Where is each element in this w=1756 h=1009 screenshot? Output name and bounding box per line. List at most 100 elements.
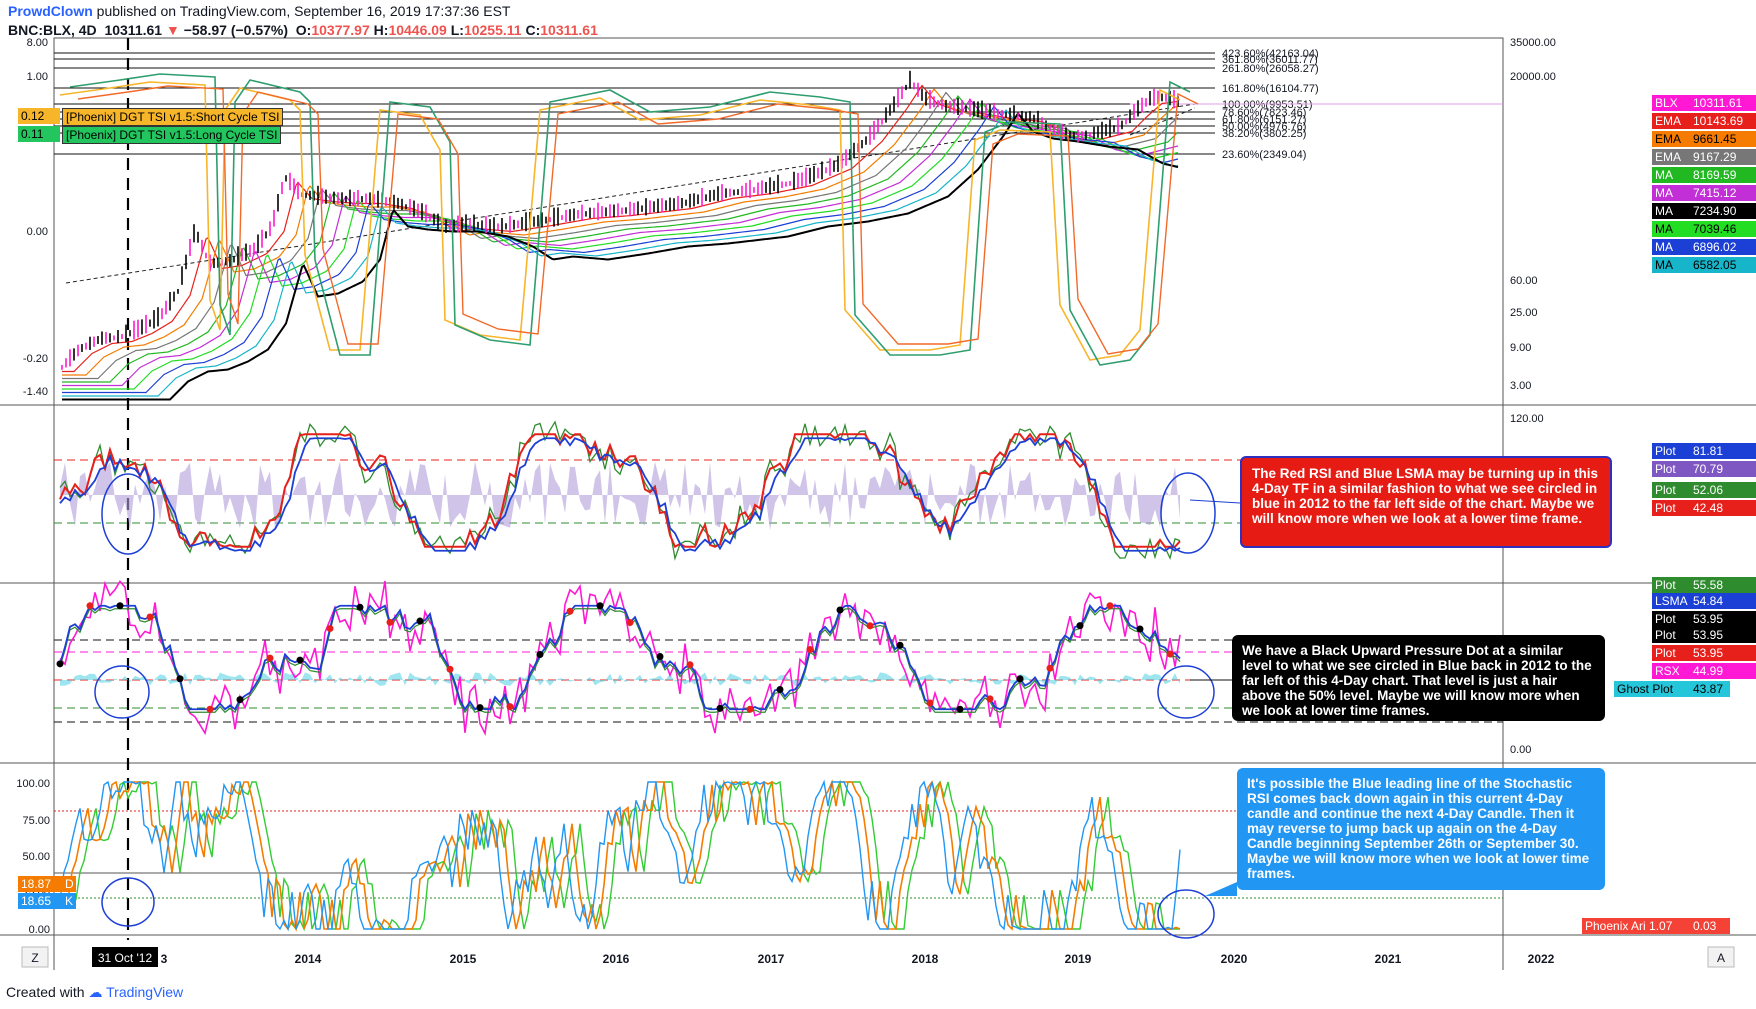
open-value: 10377.97: [311, 22, 370, 38]
pressure-dot: [506, 703, 514, 711]
price-series-label-value: 7234.90: [1690, 203, 1756, 219]
stoch-green-line: [60, 779, 1180, 932]
tsi-legend-name[interactable]: [Phoenix] DGT TSI v1.5:Short Cycle TSI: [62, 108, 284, 126]
pressure-dot: [836, 606, 844, 614]
highlight-circle-2019: [1157, 889, 1215, 939]
rsi-series-label-name: Plot: [1652, 443, 1690, 459]
right-price-tick: 9.00: [1510, 342, 1531, 354]
rsi-series-label-value: 42.48: [1690, 500, 1756, 516]
pressure-dot: [476, 704, 484, 712]
stoch-ari-name: Phoenix Ari 1.07: [1582, 918, 1690, 934]
price-series-label-value: 7415.12: [1690, 185, 1756, 201]
highlight-circle-2012: [94, 665, 150, 719]
price-series-label-name: MA: [1652, 257, 1690, 273]
pressure-green-line: [59, 607, 1181, 714]
footer-brand[interactable]: TradingView: [106, 984, 183, 1000]
auto-scale-label: A: [1717, 951, 1725, 965]
time-tick: 2019: [1065, 952, 1092, 966]
author-name[interactable]: ProwdClown: [8, 3, 93, 19]
pressure-series-label-value: 44.99: [1690, 663, 1756, 679]
rsi-tick: 120.00: [1510, 413, 1544, 425]
low-value: 10255.11: [463, 22, 522, 38]
pressure-dot: [326, 625, 334, 633]
last-price: 10311.61: [104, 22, 163, 38]
price-series-label-name: BLX: [1652, 95, 1690, 111]
high-value: 10446.09: [388, 22, 447, 38]
price-series-label-value: 10311.61: [1690, 95, 1756, 111]
open-label: O:: [295, 22, 312, 38]
rsi-series-label-value: 81.81: [1690, 443, 1756, 459]
time-tick: 2018: [912, 952, 939, 966]
rsi-series-label-name: Plot: [1652, 482, 1690, 498]
zoom-z-label: Z: [31, 951, 38, 965]
pressure-dot: [686, 661, 694, 669]
pressure-dot: [446, 665, 454, 673]
price-series-label-name: MA: [1652, 203, 1690, 219]
pressure-dot: [596, 602, 604, 610]
stoch-d-name: D: [62, 876, 76, 892]
symbol-title[interactable]: BNC:BLX, 4D: [8, 22, 97, 38]
price-change: −58.97 (−0.57%): [183, 22, 289, 38]
pressure-dot: [1016, 675, 1024, 683]
annotation-pointer: [1189, 499, 1241, 504]
stoch-left-tick: 50.00: [22, 851, 50, 863]
pressure-dot: [806, 646, 814, 654]
rsi-series-label-value: 70.79: [1690, 461, 1756, 477]
right-price-tick: 25.00: [1510, 307, 1538, 319]
fib-label: 38.20%(3802.25): [1222, 128, 1306, 140]
pressure-series-label-name: Ghost Plot: [1614, 681, 1690, 697]
pressure-dot: [1046, 664, 1054, 672]
pressure-series-label-name: Plot: [1652, 645, 1690, 661]
pressure-dot: [266, 654, 274, 662]
pressure-dot: [656, 653, 664, 661]
pressure-series-label-value: 43.87: [1690, 681, 1730, 697]
time-axis[interactable]: 3 2014 2015 2016 2017 2018 2019 2020 2021 2022 31 …: [21, 946, 1735, 968]
pressure-dot: [116, 602, 124, 610]
rsi-histogram: [60, 461, 1180, 530]
time-tick: 2017: [758, 952, 785, 966]
tradingview-logo-icon: ☁: [88, 984, 103, 1000]
pressure-series-label-name: RSX: [1652, 663, 1690, 679]
right-price-tick: 3.00: [1510, 380, 1531, 392]
stoch-ari-value: 0.03: [1690, 918, 1730, 934]
right-price-tick: 20000.00: [1510, 71, 1556, 83]
pressure-dot: [746, 705, 754, 713]
tsi-legend-name[interactable]: [Phoenix] DGT TSI v1.5:Long Cycle TSI: [62, 126, 282, 144]
left-price-tick: 1.00: [27, 71, 48, 83]
pressure-dot: [1106, 602, 1114, 610]
tsi-legend-value: 0.12: [18, 108, 60, 124]
low-label: L:: [450, 22, 464, 38]
pressure-dot: [1136, 625, 1144, 633]
time-tick: 3: [161, 952, 168, 966]
pressure-dot: [206, 705, 214, 713]
pressure-dot: [56, 660, 64, 668]
pressure-dot: [1166, 650, 1174, 658]
pressure-annotation: We have a Black Upward Pressure Dot at a…: [1232, 635, 1605, 721]
price-series-label-value: 10143.69: [1690, 113, 1756, 129]
price-series-label-name: MA: [1652, 185, 1690, 201]
publish-header: ProwdClown published on TradingView.com,…: [8, 2, 510, 21]
time-tick: 2016: [603, 952, 630, 966]
pressure-dot: [146, 613, 154, 621]
pressure-series-label-name: Plot: [1652, 627, 1690, 643]
pressure-lsma-line: [59, 604, 1181, 711]
pressure-dot: [86, 602, 94, 610]
moving-average-line: [62, 108, 1179, 397]
price-series-label-name: MA: [1652, 221, 1690, 237]
pressure-dot: [386, 618, 394, 626]
time-tick: 2015: [450, 952, 477, 966]
time-cursor-label: 31 Oct '12: [98, 951, 153, 965]
price-series-label-value: 9167.29: [1690, 149, 1756, 165]
stoch-left-tick: 75.00: [22, 815, 50, 827]
publish-info: published on TradingView.com, September …: [96, 3, 511, 19]
price-panel[interactable]: 423.60%(42163.04)361.80%(36011.77)261.80…: [23, 37, 1556, 401]
price-series-label-name: MA: [1652, 239, 1690, 255]
stoch-d-value: 18.87: [18, 876, 62, 892]
pressure-dot: [866, 622, 874, 630]
pressure-dot: [776, 685, 784, 693]
rsi-annotation: The Red RSI and Blue LSMA may be turning…: [1240, 456, 1612, 548]
close-label: C:: [525, 22, 541, 38]
rsi-series-label-name: Plot: [1652, 461, 1690, 477]
fib-label: 23.60%(2349.04): [1222, 149, 1306, 161]
pressure-dot: [1076, 622, 1084, 630]
